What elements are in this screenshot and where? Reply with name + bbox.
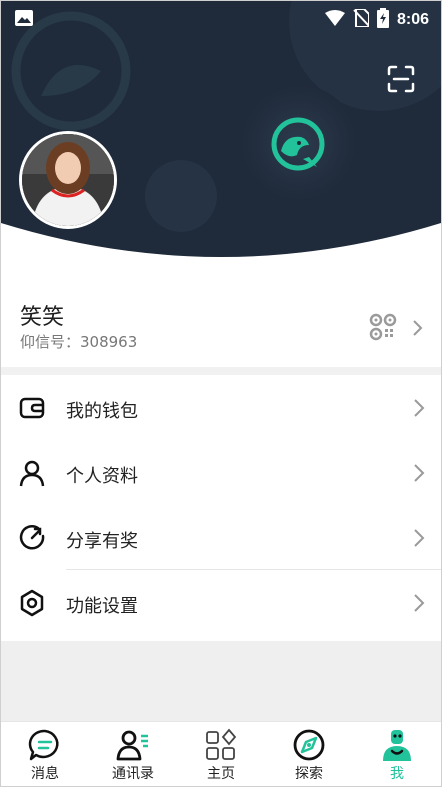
menu-item-label: 我的钱包 xyxy=(66,401,138,422)
qr-code-icon xyxy=(369,313,397,341)
wallet-icon xyxy=(19,397,45,419)
menu-item-wallet[interactable]: 我的钱包 xyxy=(1,375,441,440)
section-separator xyxy=(1,367,441,375)
grid-icon xyxy=(206,728,237,760)
scan-icon xyxy=(387,65,415,93)
tab-contacts[interactable]: 通讯录 xyxy=(89,722,177,786)
bird-logo-icon xyxy=(263,109,333,179)
tab-home[interactable]: 主页 xyxy=(177,722,265,786)
gallery-icon xyxy=(15,10,33,30)
no-sim-icon xyxy=(353,8,370,31)
user-name: 笑笑 xyxy=(20,305,65,330)
status-bar: 8:06 xyxy=(1,1,441,37)
tab-label: 通讯录 xyxy=(112,766,154,782)
status-time: 8:06 xyxy=(396,11,429,28)
tab-explore[interactable]: 探索 xyxy=(265,722,353,786)
tab-label: 探索 xyxy=(295,766,323,782)
qr-code-button[interactable] xyxy=(369,310,429,346)
tab-label: 消息 xyxy=(31,766,59,782)
bottom-tab-bar: 消息 通讯录 主页 探索 我 xyxy=(1,721,441,786)
share-icon xyxy=(19,525,45,550)
profile-header: 8:06 xyxy=(1,1,441,263)
chevron-right-icon xyxy=(414,399,425,417)
profile-info[interactable]: 笑笑 仰信号：308963 xyxy=(1,263,441,367)
chevron-right-icon xyxy=(414,529,425,547)
tab-label: 我 xyxy=(390,766,404,782)
menu-item-profile[interactable]: 个人资料 xyxy=(1,440,441,505)
contacts-icon xyxy=(116,730,148,761)
settings-icon xyxy=(20,589,44,617)
menu-item-settings[interactable]: 功能设置 xyxy=(1,570,441,635)
avatar[interactable] xyxy=(19,131,117,229)
battery-icon xyxy=(376,8,389,32)
menu-item-label: 分享有奖 xyxy=(66,531,138,552)
menu-item-label: 功能设置 xyxy=(66,596,138,617)
empty-area xyxy=(1,641,441,721)
app-screen: 8:06 笑笑 仰信号：308963 我的钱包 个人资料 分享有奖 功能设置 消… xyxy=(0,0,442,787)
tab-me[interactable]: 我 xyxy=(353,722,441,786)
chevron-right-icon xyxy=(413,320,423,336)
settings-menu: 我的钱包 个人资料 分享有奖 功能设置 xyxy=(1,375,441,635)
tab-label: 主页 xyxy=(207,766,235,782)
avatar-photo xyxy=(22,134,114,226)
chat-icon xyxy=(28,729,59,761)
tab-messages[interactable]: 消息 xyxy=(1,722,89,786)
compass-icon xyxy=(293,729,325,761)
wifi-icon xyxy=(324,10,345,30)
menu-item-label: 个人资料 xyxy=(66,466,138,487)
scan-button[interactable] xyxy=(383,61,419,97)
chevron-right-icon xyxy=(414,464,425,482)
chevron-right-icon xyxy=(414,594,425,612)
menu-item-share-reward[interactable]: 分享有奖 xyxy=(1,505,441,570)
user-id: 仰信号：308963 xyxy=(20,333,138,351)
person-icon xyxy=(19,460,45,487)
me-icon xyxy=(383,730,411,761)
